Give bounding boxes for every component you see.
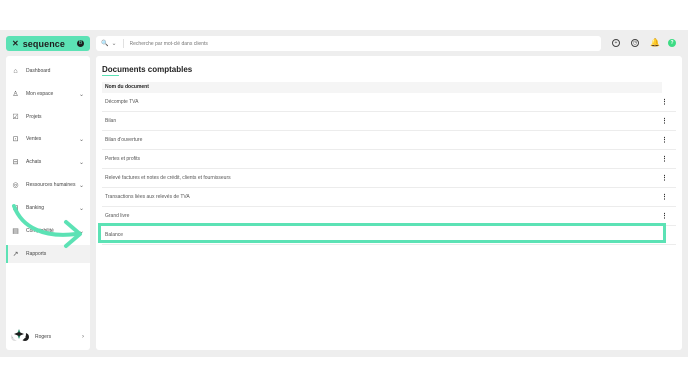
table-row[interactable]: Décompte TVA ⋮	[102, 93, 676, 112]
column-header[interactable]: Nom du document	[102, 82, 662, 93]
chevron-down-icon[interactable]: ⌄	[79, 91, 84, 98]
document-name[interactable]: Décompte TVA	[105, 99, 138, 105]
sidebar-item-label: Projets	[26, 114, 42, 120]
search-icon[interactable]: 🔍	[101, 40, 108, 47]
search-divider	[122, 39, 124, 48]
document-name[interactable]: Pertes et profits	[105, 156, 140, 162]
sequence-logo-icon: ✕	[12, 39, 19, 48]
people-icon: ◎	[12, 182, 19, 189]
brand-name: sequence	[22, 38, 66, 49]
ledger-icon: ▤	[12, 228, 19, 235]
title-underline	[102, 75, 119, 76]
checkbox-icon: ☑	[12, 114, 19, 121]
chevron-down-icon[interactable]: ⌄	[79, 159, 84, 166]
user-icon: ♙	[12, 91, 19, 98]
sidebar-item-dashboard[interactable]: ⌂ Dashboard	[6, 62, 90, 80]
document-name[interactable]: Bilan	[105, 118, 116, 124]
more-options-icon[interactable]: ⋮	[661, 193, 668, 201]
brand-badge-icon: B	[77, 40, 84, 47]
bank-icon: ⊞	[12, 205, 19, 212]
sidebar-item-label: Ressources humaines	[26, 182, 76, 188]
sidebar-item-label: Mon espace	[26, 91, 54, 97]
more-options-icon[interactable]: ⋮	[661, 98, 668, 106]
table-row[interactable]: Transactions liées aux relevés de TVA ⋮	[102, 188, 676, 207]
document-name[interactable]: Grand livre	[105, 213, 129, 219]
bell-icon[interactable]: 🔔	[650, 39, 660, 47]
chart-icon: ↗	[12, 251, 19, 258]
sidebar-item-mon-espace[interactable]: ♙ Mon espace ⌄	[6, 85, 90, 103]
sidebar-item-label: Achats	[26, 159, 42, 165]
app-frame: ✕ sequence B 🔍 ⌄ + ◷ 🔔 ? ⌂ Dashboard ♙ Mon …	[0, 30, 688, 357]
chevron-down-icon[interactable]: ⌄	[79, 228, 84, 235]
table-row[interactable]: Bilan ⋮	[102, 112, 676, 131]
chevron-down-icon[interactable]: ⌄	[79, 182, 84, 189]
more-options-icon[interactable]: ⋮	[661, 212, 668, 220]
help-button[interactable]: ?	[668, 39, 676, 47]
document-name[interactable]: Bilan d'ouverture	[105, 137, 142, 143]
sidebar: ⌂ Dashboard ♙ Mon espace ⌄ ☑ Projets ⊡ Ventes ⌄ ⊟ A…	[6, 56, 90, 350]
clock-icon[interactable]: ◷	[631, 39, 639, 47]
sidebar-item-projets[interactable]: ☑ Projets	[6, 108, 90, 126]
table-row[interactable]: Relevé factures et notes de crédit, clie…	[102, 169, 676, 188]
flower-logo-icon	[12, 327, 26, 341]
search-input[interactable]	[129, 40, 430, 47]
table-row[interactable]: Pertes et profits ⋮	[102, 150, 676, 169]
table-row[interactable]: Bilan d'ouverture ⋮	[102, 131, 676, 150]
user-name: Rogers	[35, 334, 52, 340]
sidebar-item-label: Rapports	[26, 251, 47, 257]
sidebar-item-rapports[interactable]: ↗ Rapports	[6, 245, 90, 263]
sidebar-item-banking[interactable]: ⊞ Banking ⌄	[6, 199, 90, 217]
more-options-icon[interactable]: ⋮	[661, 155, 668, 163]
highlight-box	[98, 223, 666, 243]
more-options-icon[interactable]: ⋮	[661, 117, 668, 125]
document-name[interactable]: Relevé factures et notes de crédit, clie…	[105, 175, 231, 181]
chevron-right-icon: ›	[82, 334, 84, 340]
search-bar: 🔍 ⌄	[96, 36, 601, 51]
more-options-icon[interactable]: ⋮	[661, 174, 668, 182]
page-title: Documents comptables	[102, 65, 193, 74]
brand-logo[interactable]: ✕ sequence B	[6, 36, 90, 51]
sidebar-item-label: Dashboard	[26, 68, 51, 74]
sidebar-item-label: Banking	[26, 205, 45, 211]
sidebar-item-label: Ventes	[26, 136, 42, 142]
chevron-down-icon[interactable]: ⌄	[111, 40, 116, 47]
add-icon[interactable]: +	[612, 39, 620, 47]
main-panel: Documents comptables Nom du document Déc…	[96, 56, 682, 350]
sidebar-item-label: Comptabilité	[26, 228, 54, 234]
bag-icon: ⊡	[12, 136, 19, 143]
document-name[interactable]: Transactions liées aux relevés de TVA	[105, 194, 190, 200]
sidebar-item-ventes[interactable]: ⊡ Ventes ⌄	[6, 130, 90, 148]
more-options-icon[interactable]: ⋮	[661, 136, 668, 144]
home-icon: ⌂	[13, 67, 18, 75]
chevron-down-icon[interactable]: ⌄	[79, 205, 84, 212]
sidebar-item-ressources-humaines[interactable]: ◎ Ressources humaines ⌄	[6, 176, 90, 194]
sidebar-item-achats[interactable]: ⊟ Achats ⌄	[6, 153, 90, 171]
chevron-down-icon[interactable]: ⌄	[79, 136, 84, 143]
cart-icon: ⊟	[12, 159, 19, 166]
sidebar-item-comptabilit-[interactable]: ▤ Comptabilité ⌄	[6, 222, 90, 240]
